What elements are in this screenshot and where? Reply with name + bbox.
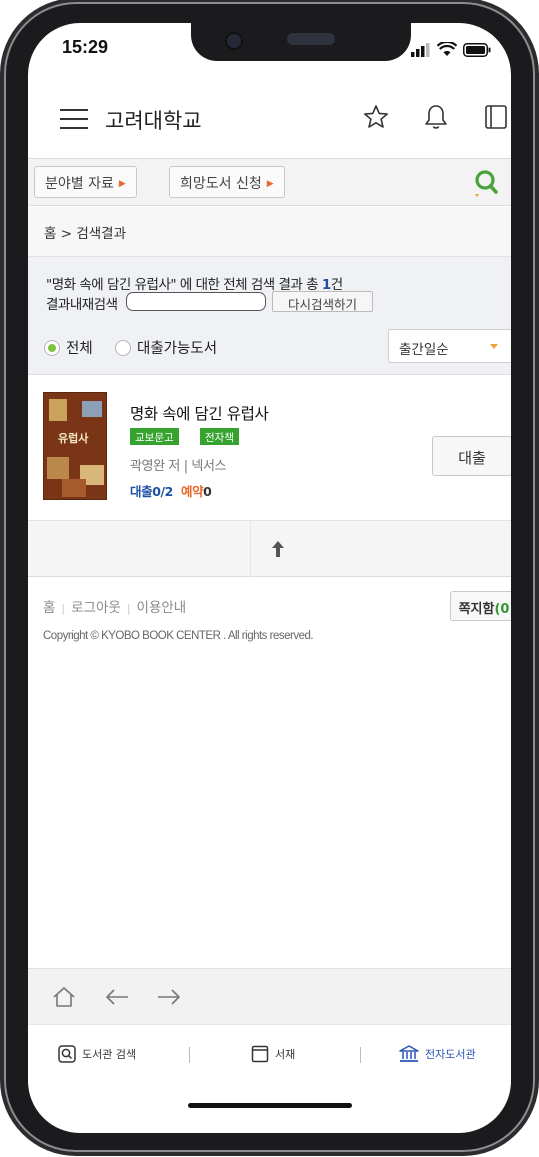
status-time: 15:29 <box>62 37 109 57</box>
phone-frame: 15:29 고려대학교 분야별 자료 ▶ 희망도서 신청 ▶ 홈 > 검색결과 … <box>4 2 535 1152</box>
book-icon <box>251 1045 269 1063</box>
camera-lens <box>225 32 243 50</box>
message-box-button[interactable]: 쪽지함(0) <box>450 591 511 621</box>
chevron-right-icon: ▶ <box>118 179 126 189</box>
tab-divider <box>189 1047 190 1063</box>
wifi-icon <box>437 42 457 56</box>
book-title[interactable]: 명화 속에 담긴 유럽사 <box>130 402 269 424</box>
screen: 15:29 고려대학교 분야별 자료 ▶ 희망도서 신청 ▶ 홈 > 검색결과 … <box>28 23 511 1133</box>
bell-icon[interactable] <box>423 103 449 131</box>
loan-count: 0/2 <box>152 484 173 499</box>
footer-link-home[interactable]: 홈 <box>43 600 55 616</box>
cover-title: 유럽사 <box>58 432 89 445</box>
chevron-right-icon: ▶ <box>266 179 274 189</box>
dropdown-arrow-icon <box>490 344 498 349</box>
library-icon <box>399 1045 419 1062</box>
book-cover[interactable]: 유럽사 <box>43 392 107 500</box>
inner-search-label: 결과내재검색 <box>46 297 118 313</box>
breadcrumb-text: 홈 > 검색결과 <box>44 226 126 242</box>
back-arrow-icon[interactable] <box>104 986 130 1008</box>
home-icon[interactable] <box>52 986 76 1008</box>
tab-e-library[interactable]: 전자도서관 <box>399 1045 476 1063</box>
reserve-label: 예약 <box>180 484 204 499</box>
message-count: (0) <box>494 602 511 617</box>
loan-button[interactable]: 대출 <box>432 436 511 476</box>
list-item[interactable]: 유럽사 명화 속에 담긴 유럽사 교보문고 전자책 곽영완 저 | 넥서스 대출… <box>28 375 511 521</box>
provider-badge: 교보문고 <box>130 428 179 445</box>
filter-available-label: 대출가능도서 <box>137 341 218 357</box>
divider <box>250 521 251 577</box>
search-box-icon <box>58 1045 76 1063</box>
reserve-count: 0 <box>203 484 212 499</box>
filter-all-radio[interactable]: 전체 <box>44 337 93 358</box>
tab-e-library-label: 전자도서관 <box>425 1048 476 1061</box>
radio-selected-icon <box>44 339 60 356</box>
battery-icon <box>463 42 491 57</box>
category-filter-button[interactable]: 분야별 자료 ▶ <box>34 166 137 198</box>
scroll-top-icon[interactable] <box>272 541 284 557</box>
filter-available-radio[interactable]: 대출가능도서 <box>115 337 217 358</box>
menu-icon[interactable] <box>60 109 88 129</box>
home-indicator <box>188 1103 352 1108</box>
tab-library-search-label: 도서관 검색 <box>82 1048 137 1061</box>
pagination-row <box>28 521 511 577</box>
star-icon[interactable] <box>362 103 390 131</box>
radio-unselected-icon <box>115 339 131 356</box>
tab-library-search[interactable]: 도서관 검색 <box>58 1045 136 1063</box>
search-icon[interactable] <box>471 167 501 199</box>
sort-select[interactable]: 출간일순 <box>388 329 511 363</box>
result-count-text: "명화 속에 담긴 유럽사" 에 대한 전체 검색 결과 총 1건 <box>46 273 343 293</box>
category-filter-label: 분야별 자료 <box>45 176 114 192</box>
message-box-label: 쪽지함 <box>458 602 495 617</box>
author-publisher: 곽영완 저 | 넥서스 <box>130 459 227 474</box>
notch <box>191 23 411 61</box>
signal-icon <box>411 42 430 57</box>
book-request-label: 희망도서 신청 <box>180 176 262 192</box>
tab-bookshelf[interactable]: 서재 <box>251 1045 295 1063</box>
forward-arrow-icon[interactable] <box>156 986 182 1008</box>
bottom-tab-bar: 도서관 검색 서재 전자도서관 <box>28 1024 511 1084</box>
tab-divider <box>360 1047 361 1063</box>
search-result-summary: "명화 속에 담긴 유럽사" 에 대한 전체 검색 결과 총 1건 결과내재검색… <box>28 257 511 375</box>
bookshelf-icon[interactable] <box>484 103 508 131</box>
loan-label: 대출 <box>130 484 153 499</box>
filter-all-label: 전체 <box>66 341 93 357</box>
book-status: 대출0/2 예약0 <box>130 481 212 500</box>
speaker-grill <box>287 33 335 45</box>
filter-bar: 분야별 자료 ▶ 희망도서 신청 ▶ <box>28 158 511 206</box>
sort-selected-label: 출간일순 <box>399 342 449 358</box>
app-bar: 고려대학교 <box>28 89 511 153</box>
ebook-badge: 전자책 <box>200 428 239 445</box>
retry-search-button[interactable]: 다시검색하기 <box>272 291 373 312</box>
status-icons <box>411 42 491 57</box>
browser-nav-bar <box>28 968 511 1024</box>
copyright-text: Copyright © KYOBO BOOK CENTER . All righ… <box>43 630 314 642</box>
inner-search-input[interactable] <box>126 292 266 311</box>
footer-link-logout[interactable]: 로그아웃 <box>71 600 121 616</box>
footer-links: 홈 | 로그아웃 | 이용안내 <box>43 600 187 616</box>
app-title: 고려대학교 <box>105 109 202 133</box>
book-request-button[interactable]: 희망도서 신청 ▶ <box>169 166 285 198</box>
footer-link-guide[interactable]: 이용안내 <box>137 600 187 616</box>
breadcrumb: 홈 > 검색결과 <box>28 207 511 257</box>
tab-bookshelf-label: 서재 <box>275 1048 296 1061</box>
